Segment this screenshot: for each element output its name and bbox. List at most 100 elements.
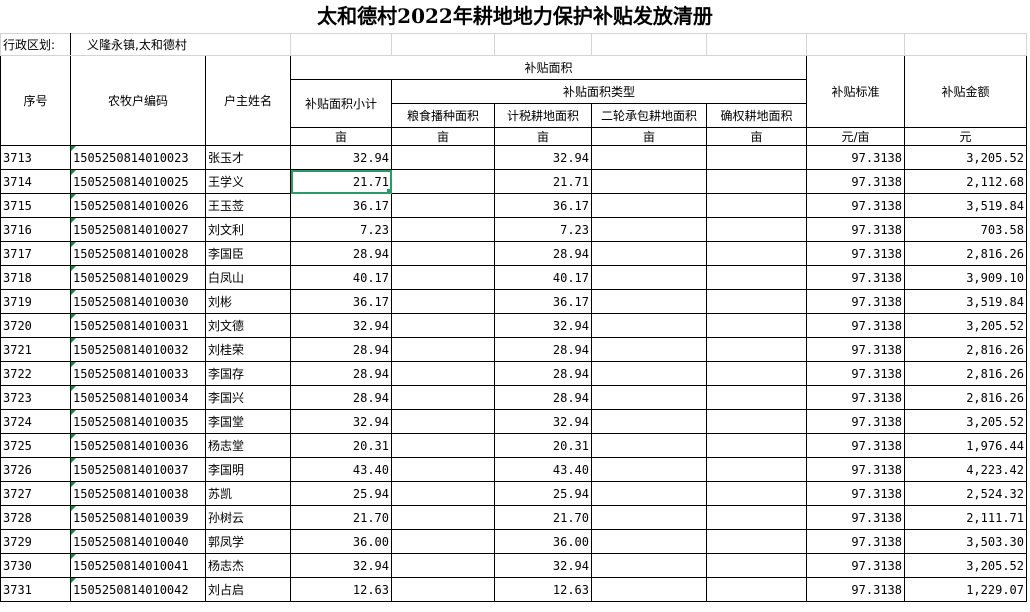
row-area-total[interactable]: 32.94: [290, 409, 392, 434]
row-standard[interactable]: 97.3138: [806, 145, 905, 170]
row-amount[interactable]: 3,205.52: [904, 409, 1027, 434]
row-name[interactable]: 苏凯: [205, 481, 291, 506]
row-grain[interactable]: [391, 409, 495, 434]
row-confirmed[interactable]: [706, 409, 807, 434]
row-contract[interactable]: [591, 289, 707, 314]
empty-cell[interactable]: [806, 33, 905, 56]
row-tax[interactable]: 32.94: [494, 313, 592, 338]
header-tax[interactable]: 计税耕地面积: [494, 103, 592, 128]
row-code[interactable]: 1505250814010042: [70, 577, 206, 602]
row-contract[interactable]: [591, 577, 707, 602]
row-seq[interactable]: 3722: [0, 361, 71, 386]
row-code[interactable]: 1505250814010025: [70, 169, 206, 194]
row-grain[interactable]: [391, 289, 495, 314]
row-seq[interactable]: 3715: [0, 193, 71, 218]
row-amount[interactable]: 2,112.68: [904, 169, 1027, 194]
row-seq[interactable]: 3716: [0, 217, 71, 242]
row-code[interactable]: 1505250814010026: [70, 193, 206, 218]
row-amount[interactable]: 2,111.71: [904, 505, 1027, 530]
row-seq[interactable]: 3720: [0, 313, 71, 338]
row-grain[interactable]: [391, 529, 495, 554]
row-confirmed[interactable]: [706, 457, 807, 482]
header-name[interactable]: 户主姓名: [205, 55, 291, 146]
row-amount[interactable]: 4,223.42: [904, 457, 1027, 482]
unit-standard[interactable]: 元/亩: [806, 127, 905, 146]
row-tax[interactable]: 32.94: [494, 409, 592, 434]
row-confirmed[interactable]: [706, 313, 807, 338]
row-confirmed[interactable]: [706, 241, 807, 266]
row-name[interactable]: 李国兴: [205, 385, 291, 410]
header-area-group[interactable]: 补贴面积: [290, 55, 807, 80]
row-grain[interactable]: [391, 361, 495, 386]
empty-cell[interactable]: [494, 33, 592, 56]
row-seq[interactable]: 3713: [0, 145, 71, 170]
row-contract[interactable]: [591, 553, 707, 578]
row-confirmed[interactable]: [706, 337, 807, 362]
row-tax[interactable]: 36.00: [494, 529, 592, 554]
row-area-total[interactable]: 28.94: [290, 361, 392, 386]
header-grain[interactable]: 粮食播种面积: [391, 103, 495, 128]
row-tax[interactable]: 32.94: [494, 145, 592, 170]
row-confirmed[interactable]: [706, 289, 807, 314]
row-grain[interactable]: [391, 241, 495, 266]
row-standard[interactable]: 97.3138: [806, 505, 905, 530]
row-standard[interactable]: 97.3138: [806, 193, 905, 218]
row-grain[interactable]: [391, 169, 495, 194]
row-grain[interactable]: [391, 577, 495, 602]
row-tax[interactable]: 21.70: [494, 505, 592, 530]
row-code[interactable]: 1505250814010028: [70, 241, 206, 266]
row-contract[interactable]: [591, 433, 707, 458]
row-grain[interactable]: [391, 265, 495, 290]
unit-area-total[interactable]: 亩: [290, 127, 392, 146]
row-seq[interactable]: 3731: [0, 577, 71, 602]
row-tax[interactable]: 7.23: [494, 217, 592, 242]
row-area-total[interactable]: 25.94: [290, 481, 392, 506]
row-amount[interactable]: 3,503.30: [904, 529, 1027, 554]
row-area-total[interactable]: 20.31: [290, 433, 392, 458]
row-code[interactable]: 1505250814010039: [70, 505, 206, 530]
row-confirmed[interactable]: [706, 553, 807, 578]
row-seq[interactable]: 3718: [0, 265, 71, 290]
row-seq[interactable]: 3725: [0, 433, 71, 458]
row-seq[interactable]: 3717: [0, 241, 71, 266]
row-contract[interactable]: [591, 337, 707, 362]
row-contract[interactable]: [591, 481, 707, 506]
row-confirmed[interactable]: [706, 193, 807, 218]
row-name[interactable]: 李国明: [205, 457, 291, 482]
row-name[interactable]: 李国臣: [205, 241, 291, 266]
row-tax[interactable]: 25.94: [494, 481, 592, 506]
row-contract[interactable]: [591, 409, 707, 434]
row-code[interactable]: 1505250814010041: [70, 553, 206, 578]
row-amount[interactable]: 3,205.52: [904, 553, 1027, 578]
header-code[interactable]: 农牧户编码: [70, 55, 206, 146]
row-seq[interactable]: 3730: [0, 553, 71, 578]
row-area-total[interactable]: 43.40: [290, 457, 392, 482]
row-tax[interactable]: 28.94: [494, 361, 592, 386]
row-standard[interactable]: 97.3138: [806, 337, 905, 362]
row-code[interactable]: 1505250814010034: [70, 385, 206, 410]
row-amount[interactable]: 703.58: [904, 217, 1027, 242]
row-name[interactable]: 王学义: [205, 169, 291, 194]
row-standard[interactable]: 97.3138: [806, 385, 905, 410]
header-confirmed[interactable]: 确权耕地面积: [706, 103, 807, 128]
row-standard[interactable]: 97.3138: [806, 409, 905, 434]
row-standard[interactable]: 97.3138: [806, 457, 905, 482]
row-amount[interactable]: 3,519.84: [904, 289, 1027, 314]
row-amount[interactable]: 3,909.10: [904, 265, 1027, 290]
row-amount[interactable]: 1,229.07: [904, 577, 1027, 602]
row-contract[interactable]: [591, 265, 707, 290]
row-area-total[interactable]: 28.94: [290, 241, 392, 266]
row-area-total[interactable]: 32.94: [290, 553, 392, 578]
row-tax[interactable]: 36.17: [494, 289, 592, 314]
row-standard[interactable]: 97.3138: [806, 217, 905, 242]
header-seq[interactable]: 序号: [0, 55, 71, 146]
row-code[interactable]: 1505250814010038: [70, 481, 206, 506]
row-confirmed[interactable]: [706, 577, 807, 602]
row-amount[interactable]: 2,816.26: [904, 241, 1027, 266]
header-contract[interactable]: 二轮承包耕地面积: [591, 103, 707, 128]
empty-cell[interactable]: [391, 33, 495, 56]
row-code[interactable]: 1505250814010027: [70, 217, 206, 242]
row-confirmed[interactable]: [706, 433, 807, 458]
row-confirmed[interactable]: [706, 265, 807, 290]
row-grain[interactable]: [391, 457, 495, 482]
